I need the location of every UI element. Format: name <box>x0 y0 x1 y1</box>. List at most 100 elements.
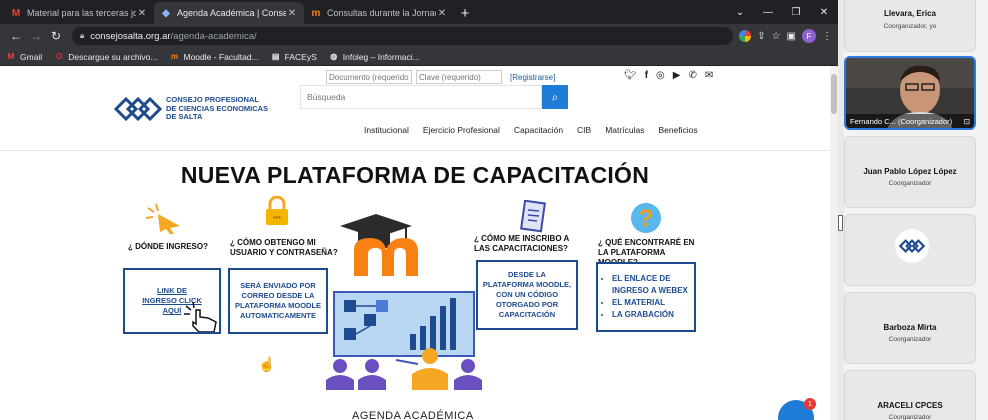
youtube-icon[interactable]: ▶ <box>673 70 681 81</box>
register-link[interactable]: [Registrarse] <box>510 73 555 82</box>
participant-video-card[interactable]: Fernando C... (Coorganizador) ⊡ <box>844 56 976 130</box>
bookmark-descargue[interactable]: O Descargue su archivo... <box>54 52 157 62</box>
bookmark-label: Infoleg – Informaci... <box>342 51 420 62</box>
participant-card[interactable]: Barboza Mirta Coorganizador <box>844 292 976 364</box>
close-icon[interactable]: ✕ <box>436 8 448 19</box>
tab-title: Consultas durante la Jornada <box>327 8 436 18</box>
tab-agenda[interactable]: ◆ Agenda Académica | Consejo Prof ✕ <box>154 2 304 24</box>
participant-name: ARACELI CPCES <box>877 401 943 410</box>
bookmark-star-icon[interactable]: ☆ <box>772 31 781 42</box>
question-inscripcion: ¿ CÓMO ME INSCRIBO A LAS CAPACITACIONES? <box>474 234 569 253</box>
tab-search-icon[interactable]: ⌄ <box>726 7 754 18</box>
pointer-icon <box>146 204 180 234</box>
email-icon[interactable]: ✉ <box>705 70 713 81</box>
site-logo[interactable]: CONSEJO PROFESIONAL DE CIENCIAS ECONOMIC… <box>114 94 268 124</box>
documento-field[interactable] <box>326 70 412 84</box>
login-form: [Registrarse] <box>326 70 555 84</box>
browser-toolbar: ← → ↻ 🔒︎ consejosalta.org.ar/agenda-acad… <box>0 24 838 48</box>
forward-icon[interactable]: → <box>26 29 46 43</box>
inscription-box: DESDE LA PLATAFORMA MOODLE, CON UN CÓDIG… <box>476 260 578 330</box>
lock-icon: 🔒︎ <box>80 31 85 40</box>
bookmarks-bar: M Gmail O Descargue su archivo... m Moodle … <box>0 48 838 66</box>
search-icon: ⌕ <box>551 89 559 104</box>
tab-consultas[interactable]: m Consultas durante la Jornada ✕ <box>304 2 454 24</box>
moodle-content-list: EL ENLACE DE INGRESO A WEBEX EL MATERIAL… <box>602 273 690 321</box>
moodle-icon: m <box>311 7 321 19</box>
svg-text:***: *** <box>273 216 281 223</box>
bookmark-label: FACEyS <box>284 51 317 62</box>
url-path: /agenda-academica/ <box>170 30 257 42</box>
nav-ejercicio-profesional[interactable]: Ejercicio Profesional <box>423 125 500 135</box>
social-links: 🐦︎ f ◎ ▶ ✆ ✉ <box>624 70 713 81</box>
nav-beneficios[interactable]: Beneficios <box>658 125 697 135</box>
search-input[interactable] <box>300 85 542 109</box>
twitter-icon[interactable]: 🐦︎ <box>624 70 637 81</box>
nav-cib[interactable]: CIB <box>577 125 591 135</box>
nav-matriculas[interactable]: Matrículas <box>605 125 644 135</box>
reload-icon[interactable]: ↻ <box>46 29 66 43</box>
padlock-icon: *** <box>266 196 288 225</box>
gmail-icon: M <box>11 7 21 19</box>
bookmark-moodle[interactable]: m Moodle - Facultad... <box>170 52 259 62</box>
bookmark-label: Gmail <box>20 51 43 62</box>
facebook-icon[interactable]: f <box>645 70 648 81</box>
whatsapp-icon[interactable]: ✆ <box>688 70 696 81</box>
address-bar[interactable]: 🔒︎ consejosalta.org.ar/agenda-academica/ <box>72 27 734 45</box>
bookmark-label: Moodle - Facultad... <box>183 51 259 62</box>
browser-window: M Material para las terceras jornad ✕ ◆ … <box>0 0 838 420</box>
nav-capacitacion[interactable]: Capacitación <box>514 125 563 135</box>
inscription-text: DESDE LA PLATAFORMA MOODLE, CON UN CÓDIG… <box>482 270 572 319</box>
pin-icon[interactable]: ⊡ <box>964 117 970 126</box>
nav-institucional[interactable]: Institucional <box>364 125 409 135</box>
close-icon[interactable]: ✕ <box>136 8 148 19</box>
back-icon[interactable]: ← <box>6 29 26 43</box>
tab-title: Agenda Académica | Consejo Prof <box>177 8 286 18</box>
bookmark-faceys[interactable]: ▤ FACEyS <box>271 52 317 62</box>
list-item: LA GRABACIÓN <box>612 309 690 321</box>
header-divider <box>0 150 830 151</box>
participant-name: Fernando C... (Coorganizador) <box>850 117 953 126</box>
scrollbar-thumb[interactable] <box>831 74 837 114</box>
participant-role: Coorganizador <box>888 336 932 343</box>
participant-role: Coorganizador <box>888 414 932 420</box>
moodle-content-box: EL ENLACE DE INGRESO A WEBEX EL MATERIAL… <box>596 262 696 332</box>
instagram-icon[interactable]: ◎ <box>656 70 665 81</box>
close-window-icon[interactable]: ✕ <box>810 7 838 18</box>
participant-card[interactable]: Juan Pablo López López Coorganizador <box>844 136 976 208</box>
new-tab-button[interactable]: + <box>454 2 476 24</box>
bookmark-infoleg[interactable]: ◍ Infoleg – Informaci... <box>329 52 420 62</box>
window-controls: ⌄ — ❐ ✕ <box>726 0 838 24</box>
close-icon[interactable]: ✕ <box>286 8 298 19</box>
screen: M Material para las terceras jornad ✕ ◆ … <box>0 0 988 420</box>
sidepanel-icon[interactable]: ▣ <box>787 31 796 42</box>
chat-badge: 1 <box>804 398 816 410</box>
url-host: consejosalta.org.ar <box>90 30 171 42</box>
google-icon[interactable] <box>739 30 752 42</box>
svg-text:?: ? <box>639 205 654 232</box>
participant-card[interactable]: Llevara, Erica Coorganizador, yo <box>844 0 976 52</box>
restore-icon[interactable]: ❐ <box>782 7 810 18</box>
profile-avatar[interactable]: F <box>802 29 816 43</box>
moodle-icon: m <box>170 52 179 61</box>
list-item: EL ENLACE DE INGRESO A WEBEX <box>612 273 690 297</box>
share-icon[interactable]: ⇪ <box>757 31 765 42</box>
splitter-handle[interactable] <box>838 215 843 231</box>
clave-field[interactable] <box>416 70 502 84</box>
search-button[interactable]: ⌕ <box>542 85 568 109</box>
cpces-logo-icon <box>898 239 926 253</box>
globe-icon: ◍ <box>330 52 338 61</box>
cpces-logo-icon <box>114 96 162 122</box>
menu-icon[interactable]: ⋮ <box>822 31 832 42</box>
participant-card[interactable] <box>844 214 976 286</box>
tab-gmail[interactable]: M Material para las terceras jornad ✕ <box>4 2 154 24</box>
bookmark-gmail[interactable]: M Gmail <box>6 51 43 62</box>
logo-text: CONSEJO PROFESIONAL DE CIENCIAS ECONOMIC… <box>166 96 268 122</box>
participant-card[interactable]: ARACELI CPCES Coorganizador <box>844 370 976 420</box>
site-search: ⌕ <box>300 85 568 109</box>
cpces-icon: ◆ <box>162 7 170 19</box>
page-scrollbar[interactable] <box>830 66 838 420</box>
minimize-icon[interactable]: — <box>754 7 782 18</box>
credentials-box: SERÁ ENVIADO POR CORREO DESDE LA PLATAFO… <box>228 268 328 334</box>
chat-button[interactable]: 1 <box>778 398 816 420</box>
participants-panel: Llevara, Erica Coorganizador, yo Fernand… <box>838 0 988 420</box>
